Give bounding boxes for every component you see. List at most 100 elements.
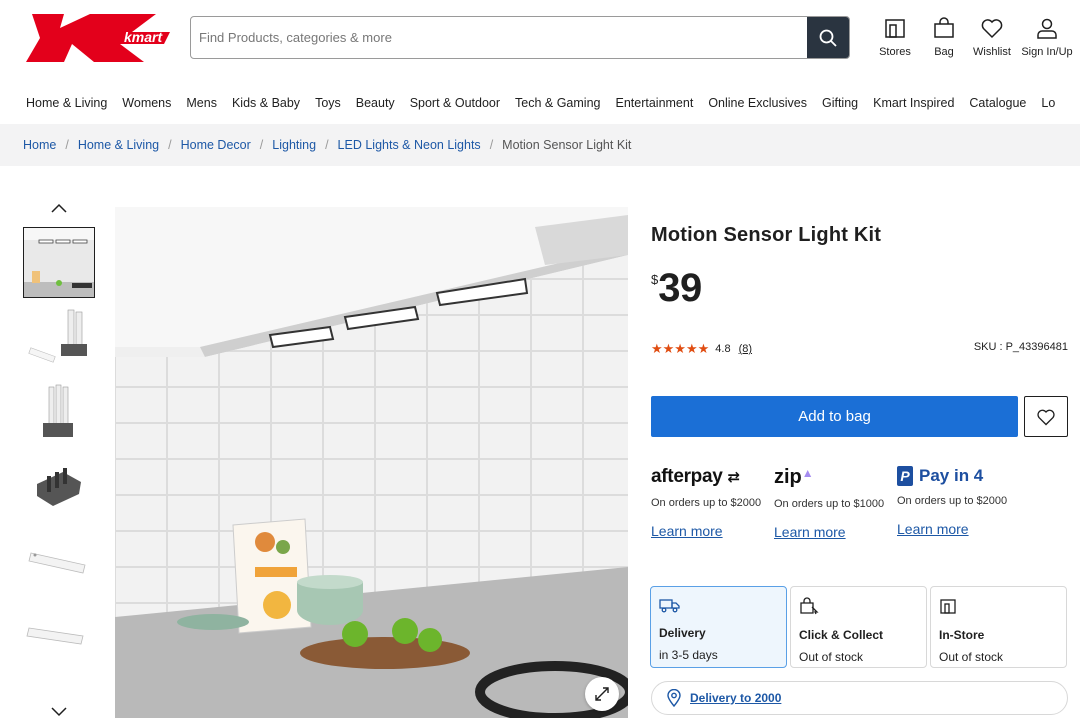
zip-brand: zip: [774, 466, 802, 488]
stores-link[interactable]: Stores: [867, 16, 923, 58]
kmart-logo[interactable]: kmart: [24, 14, 172, 62]
thumbnail-6[interactable]: [23, 602, 95, 673]
nav-item-entertainment[interactable]: Entertainment: [615, 96, 693, 114]
wishlist-link[interactable]: Wishlist: [964, 16, 1020, 58]
user-icon: [1037, 18, 1057, 39]
product-title: Motion Sensor Light Kit: [651, 224, 882, 246]
add-to-wishlist-button[interactable]: [1024, 396, 1068, 437]
store-icon: [885, 19, 905, 38]
nav-item-sport-outdoor[interactable]: Sport & Outdoor: [410, 96, 500, 114]
zip-logo: zip▲: [774, 466, 894, 489]
product-price: $39: [651, 266, 702, 311]
main-product-image[interactable]: [115, 207, 628, 718]
breadcrumb-separator: /: [489, 138, 494, 152]
nav-item-beauty[interactable]: Beauty: [356, 96, 395, 114]
nav-item-home-living[interactable]: Home & Living: [26, 96, 107, 114]
thumbnail-3[interactable]: [23, 377, 95, 448]
location-pin-icon: [667, 689, 681, 707]
breadcrumb-lighting[interactable]: Lighting: [272, 138, 316, 152]
paypal-learn-more-link[interactable]: Learn more: [897, 521, 969, 537]
nav-item-catalogue[interactable]: Catalogue: [969, 96, 1026, 114]
breadcrumb-separator: /: [325, 138, 329, 152]
click-collect-option[interactable]: Click & Collect Out of stock: [790, 586, 927, 668]
in-store-status: Out of stock: [939, 650, 1004, 664]
breadcrumb: Home / Home & Living / Home Decor / Ligh…: [0, 124, 1080, 166]
paypal-pay-in-4-text: Pay in 4: [919, 466, 984, 485]
rating-value: 4.8: [715, 343, 731, 355]
breadcrumb-home-living[interactable]: Home & Living: [78, 138, 159, 152]
click-collect-title: Click & Collect: [799, 628, 884, 642]
delivery-option[interactable]: Delivery in 3-5 days: [650, 586, 787, 668]
heart-icon: [981, 19, 1003, 39]
thumbnail-image: [23, 302, 93, 371]
delivery-postcode-selector[interactable]: Delivery to 2000: [651, 681, 1068, 715]
main-nav: Home & Living Womens Mens Kids & Baby To…: [26, 96, 1070, 114]
wishlist-label: Wishlist: [973, 46, 1011, 58]
thumbnail-image: [23, 452, 93, 521]
thumbnail-image: [23, 602, 93, 671]
stores-label: Stores: [879, 46, 911, 58]
breadcrumb-led-lights[interactable]: LED Lights & Neon Lights: [338, 138, 481, 152]
afterpay-learn-more-link[interactable]: Learn more: [651, 523, 723, 539]
click-collect-status: Out of stock: [799, 650, 864, 664]
payment-note: On orders up to $1000: [774, 498, 885, 510]
nav-item-kmart-inspired[interactable]: Kmart Inspired: [873, 96, 954, 114]
site-header: kmart Stores Bag Wishlist: [0, 0, 1080, 80]
review-count-link[interactable]: (8): [739, 343, 752, 355]
thumbnails-down-arrow[interactable]: [50, 706, 68, 718]
nav-item-toys[interactable]: Toys: [315, 96, 341, 114]
afterpay-arrows-icon: ⇄: [727, 469, 741, 486]
price-amount: 39: [658, 266, 702, 310]
payment-option-zip: zip▲ On orders up to $1000 Learn more: [774, 466, 894, 542]
delivery-status: in 3-5 days: [659, 648, 718, 662]
delivery-postcode-link[interactable]: Delivery to 2000: [690, 691, 781, 705]
search-button[interactable]: [807, 17, 849, 58]
in-store-option[interactable]: In-Store Out of stock: [930, 586, 1067, 668]
afterpay-brand: afterpay: [651, 466, 723, 487]
truck-icon: [659, 599, 680, 613]
breadcrumb-current: Motion Sensor Light Kit: [502, 138, 632, 152]
nav-item-kids-baby[interactable]: Kids & Baby: [232, 96, 300, 114]
product-sku: SKU : P_43396481: [973, 341, 1068, 353]
star-rating-icons: ★★★★★: [651, 341, 710, 356]
thumbnail-image: [24, 228, 94, 297]
zip-learn-more-link[interactable]: Learn more: [774, 524, 846, 540]
thumbnail-image: [23, 377, 93, 446]
store-icon: [940, 599, 956, 614]
zip-accent-icon: ▲: [801, 466, 814, 480]
breadcrumb-separator: /: [259, 138, 264, 152]
payment-note: On orders up to $2000: [897, 495, 1008, 507]
search-input[interactable]: [191, 17, 808, 58]
thumbnail-4[interactable]: [23, 452, 95, 523]
thumbnail-5[interactable]: [23, 527, 95, 598]
payment-note: On orders up to $2000: [651, 497, 762, 509]
thumbnail-1[interactable]: [23, 227, 95, 298]
nav-item-online-exclusives[interactable]: Online Exclusives: [708, 96, 807, 114]
paypal-logo: P Pay in 4: [897, 466, 1017, 486]
nav-item-mens[interactable]: Mens: [186, 96, 217, 114]
delivery-title: Delivery: [659, 626, 706, 640]
add-to-bag-button[interactable]: Add to bag: [651, 396, 1018, 437]
payment-option-afterpay: afterpay ⇄ On orders up to $2000 Learn m…: [651, 466, 771, 541]
payment-option-paypal: P Pay in 4 On orders up to $2000 Learn m…: [897, 466, 1017, 539]
click-collect-icon: [800, 597, 819, 615]
nav-item-truncated[interactable]: Lo: [1041, 96, 1055, 114]
sign-in-link[interactable]: Sign In/Up: [1018, 16, 1076, 58]
expand-image-button[interactable]: [585, 677, 619, 711]
nav-item-tech-gaming[interactable]: Tech & Gaming: [515, 96, 600, 114]
thumbnails-up-arrow[interactable]: [50, 202, 68, 214]
search-icon: [819, 29, 837, 47]
svg-text:kmart: kmart: [124, 29, 163, 45]
search-bar: [190, 16, 850, 59]
afterpay-logo: afterpay ⇄: [651, 466, 771, 488]
product-photo: [115, 207, 628, 718]
bag-label: Bag: [934, 46, 954, 58]
thumbnail-2[interactable]: [23, 302, 95, 373]
nav-item-gifting[interactable]: Gifting: [822, 96, 858, 114]
breadcrumb-home-decor[interactable]: Home Decor: [181, 138, 251, 152]
paypal-p-icon: P: [897, 466, 913, 486]
bag-icon: [934, 17, 954, 38]
nav-item-womens[interactable]: Womens: [122, 96, 171, 114]
thumbnail-image: [23, 527, 93, 596]
breadcrumb-home[interactable]: Home: [23, 138, 56, 152]
